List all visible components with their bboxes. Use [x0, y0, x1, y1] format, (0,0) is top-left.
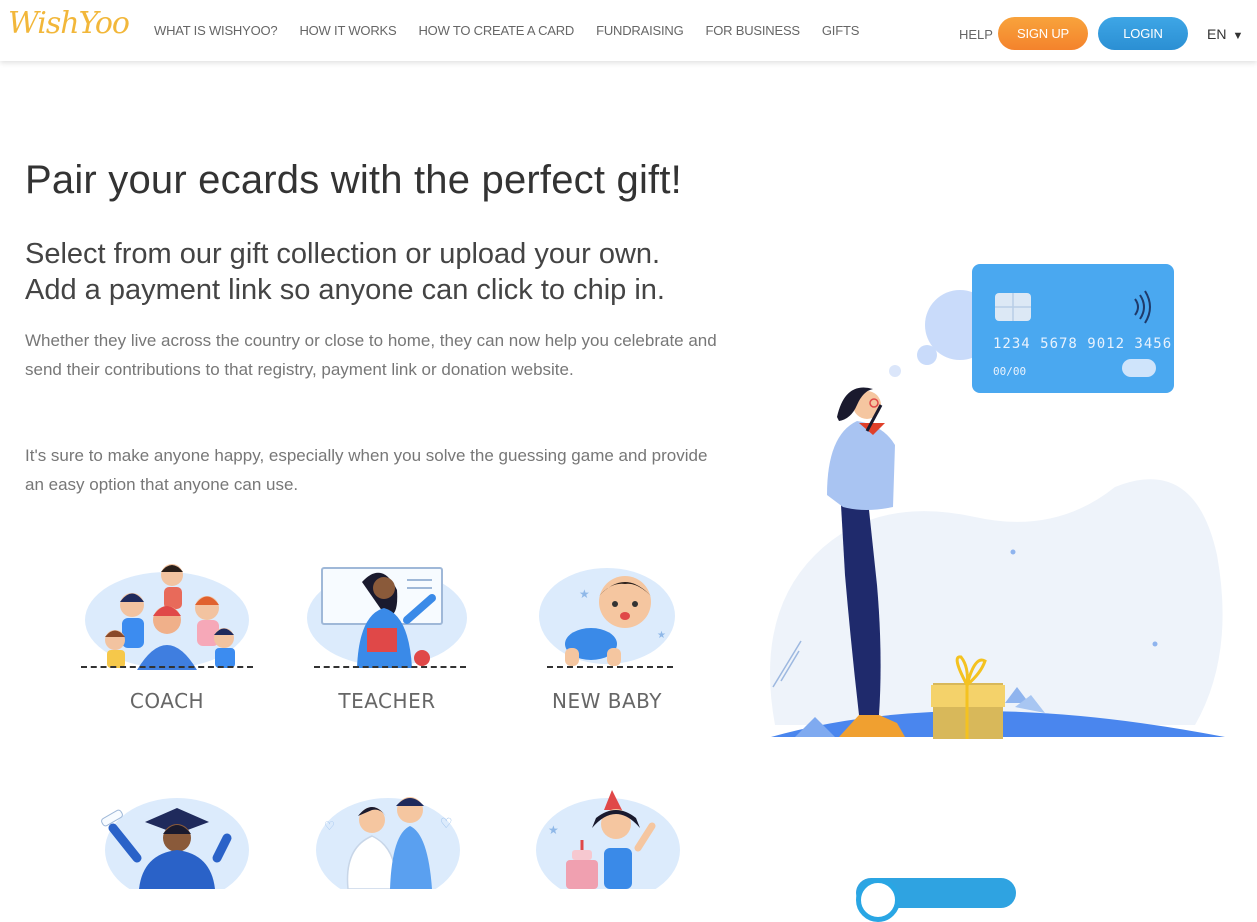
teacher-illustration	[307, 567, 467, 668]
category-label: COACH	[129, 689, 205, 713]
category-graduation[interactable]	[77, 788, 277, 889]
svg-text:♡: ♡	[324, 819, 335, 833]
coach-illustration	[85, 564, 249, 670]
subtitle-line-1: Select from our gift collection or uploa…	[25, 238, 661, 270]
card-expiry: 00/00	[993, 365, 1027, 378]
svg-text:★: ★	[579, 587, 590, 601]
birthday-illustration: ★	[536, 790, 680, 889]
chevron-down-icon: ▼	[1232, 30, 1244, 42]
intro-paragraph-1: Whether they live across the country or …	[25, 331, 717, 379]
svg-text:♡: ♡	[440, 816, 453, 832]
category-wedding[interactable]: ♡ ♡	[300, 788, 500, 889]
coach-divider	[81, 666, 253, 668]
login-button[interactable]: LOGIN	[1098, 17, 1188, 50]
card-number: 1234 5678 9012 3456	[993, 336, 1173, 352]
category-birthday[interactable]: ★	[520, 788, 720, 889]
subtitle-line-2: Add a payment link so anyone can click t…	[25, 274, 665, 306]
svg-text:★: ★	[657, 630, 666, 641]
nav-for-business[interactable]: FOR BUSINESS	[705, 23, 800, 38]
intro-paragraph-2: It's sure to make anyone happy, especial…	[25, 446, 708, 494]
category-new-baby[interactable]: ★ ★ NEW BABY	[507, 560, 707, 735]
nav-what-is-wishyoo[interactable]: WHAT IS WISHYOO?	[154, 23, 278, 38]
wishyoo-logo[interactable]: WishYoo	[8, 6, 130, 41]
category-label: TEACHER	[338, 689, 436, 713]
page-title: Pair your ecards with the perfect gift!	[25, 158, 682, 202]
new-baby-divider	[547, 666, 673, 668]
site-header: WishYoo WHAT IS WISHYOO? HOW IT WORKS HO…	[0, 0, 1257, 61]
new-baby-illustration: ★ ★	[539, 568, 675, 666]
button-ring-icon	[856, 878, 900, 922]
main-nav: WHAT IS WISHYOO? HOW IT WORKS HOW TO CRE…	[154, 0, 881, 61]
nav-how-it-works[interactable]: HOW IT WORKS	[299, 23, 396, 38]
category-coach[interactable]: COACH	[67, 560, 267, 735]
gift-payment-illustration: 1234 5678 9012 3456 00/00	[755, 255, 1235, 760]
category-teacher[interactable]: TEACHER	[287, 560, 487, 735]
hero-svg	[770, 264, 1225, 739]
teacher-divider	[314, 666, 466, 668]
language-selector[interactable]: EN ▼	[1207, 26, 1243, 42]
nav-gifts[interactable]: GIFTS	[822, 23, 859, 38]
signup-button[interactable]: SIGN UP	[998, 17, 1088, 50]
wedding-illustration: ♡ ♡	[316, 797, 460, 889]
category-label: NEW BABY	[552, 689, 662, 713]
help-link[interactable]: HELP	[959, 27, 993, 42]
graduation-illustration	[101, 798, 249, 889]
nav-how-to-create-card[interactable]: HOW TO CREATE A CARD	[418, 23, 574, 38]
nav-fundraising[interactable]: FUNDRAISING	[596, 23, 684, 38]
language-label: EN	[1207, 26, 1227, 42]
svg-text:★: ★	[548, 823, 559, 837]
page-subtitle: Select from our gift collection or uploa…	[25, 236, 785, 308]
bottom-action-button[interactable]	[856, 878, 1016, 922]
